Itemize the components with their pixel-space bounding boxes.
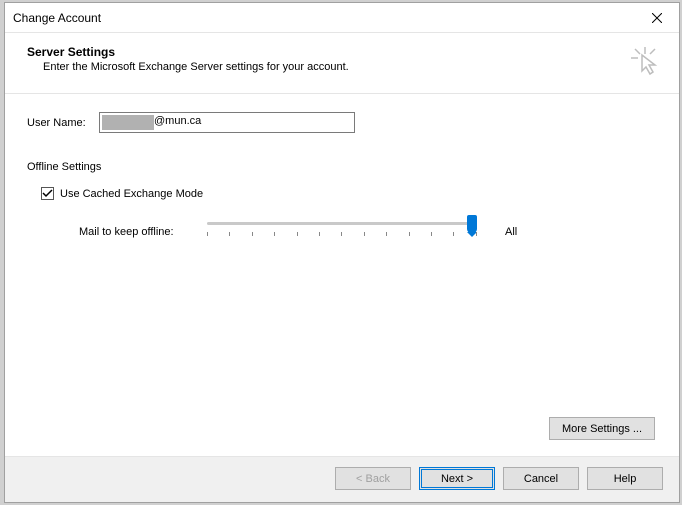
cursor-icon — [629, 45, 661, 77]
content-area: User Name: @mun.ca Offline Settings Use … — [5, 94, 679, 456]
next-button[interactable]: Next > — [419, 467, 495, 490]
mail-offline-value: All — [505, 226, 517, 238]
cached-mode-row: Use Cached Exchange Mode — [41, 187, 655, 200]
username-input[interactable]: @mun.ca — [99, 112, 355, 133]
mail-offline-slider[interactable] — [207, 218, 477, 246]
more-settings-button[interactable]: More Settings ... — [549, 417, 655, 440]
header-area: Server Settings Enter the Microsoft Exch… — [5, 33, 679, 94]
username-label: User Name: — [27, 117, 99, 129]
change-account-dialog: Change Account Server Settings Enter the… — [4, 2, 680, 503]
cached-mode-checkbox[interactable] — [41, 187, 54, 200]
cached-mode-label: Use Cached Exchange Mode — [60, 188, 203, 200]
footer: < Back Next > Cancel Help — [5, 456, 679, 502]
cancel-button[interactable]: Cancel — [503, 467, 579, 490]
back-button: < Back — [335, 467, 411, 490]
mail-offline-row: Mail to keep offline: All — [79, 218, 655, 246]
offline-settings-heading: Offline Settings — [27, 161, 655, 173]
username-row: User Name: @mun.ca — [27, 112, 655, 133]
dialog-title: Change Account — [13, 11, 101, 25]
mail-offline-label: Mail to keep offline: — [79, 226, 199, 238]
help-button[interactable]: Help — [587, 467, 663, 490]
header-title: Server Settings — [27, 45, 629, 59]
close-button[interactable] — [634, 3, 679, 32]
redacted-text — [102, 115, 154, 130]
close-icon — [652, 13, 662, 23]
slider-thumb[interactable] — [467, 215, 477, 233]
header-subtitle: Enter the Microsoft Exchange Server sett… — [43, 61, 629, 73]
username-value: @mun.ca — [154, 115, 201, 127]
titlebar: Change Account — [5, 3, 679, 33]
check-icon — [42, 188, 53, 199]
